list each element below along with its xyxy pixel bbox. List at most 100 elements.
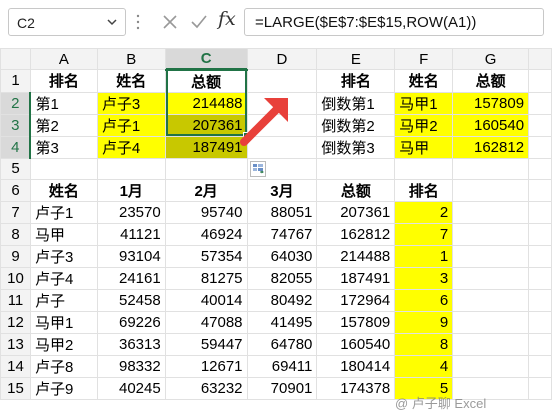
cell-h9[interactable] <box>528 244 552 268</box>
cell-e6[interactable]: 总额 <box>316 178 396 202</box>
column-header-b[interactable]: B <box>96 48 166 70</box>
cell-f9[interactable]: 1 <box>394 244 454 268</box>
row-header-12[interactable]: 12 <box>0 310 31 334</box>
cell-h1[interactable] <box>528 69 552 93</box>
row-header-15[interactable]: 15 <box>0 376 31 400</box>
cell-b15[interactable]: 40245 <box>96 376 166 400</box>
cell-h2[interactable] <box>528 91 552 115</box>
cancel-icon[interactable] <box>160 12 180 32</box>
cell-h13[interactable] <box>528 332 552 356</box>
row-header-4[interactable]: 4 <box>0 135 32 159</box>
cell-a9[interactable]: 卢子3 <box>29 244 98 268</box>
cell-h8[interactable] <box>528 222 552 246</box>
cell-g13[interactable] <box>452 332 530 356</box>
cell-b5[interactable] <box>96 157 166 180</box>
cell-a4[interactable]: 第3 <box>29 135 98 159</box>
cell-e9[interactable]: 214488 <box>316 244 396 268</box>
cell-f13[interactable]: 8 <box>394 332 454 356</box>
cell-h11[interactable] <box>528 288 552 312</box>
cell-h7[interactable] <box>528 200 552 224</box>
cell-g3[interactable]: 160540 <box>452 113 530 137</box>
cell-b11[interactable]: 52458 <box>96 288 166 312</box>
cell-f11[interactable]: 6 <box>394 288 454 312</box>
cell-c8[interactable]: 46924 <box>164 222 248 246</box>
cell-g5[interactable] <box>452 157 530 180</box>
cell-d14[interactable]: 69411 <box>246 354 318 378</box>
cell-d9[interactable]: 64030 <box>246 244 318 268</box>
column-header-a[interactable]: A <box>29 48 98 70</box>
row-header-9[interactable]: 9 <box>0 244 31 268</box>
name-box[interactable]: C2 <box>8 8 126 36</box>
cell-e10[interactable]: 187491 <box>316 266 396 290</box>
cell-g12[interactable] <box>452 310 530 334</box>
cell-f6[interactable]: 排名 <box>394 178 454 202</box>
cell-f2[interactable]: 马甲1 <box>394 91 454 115</box>
cell-f8[interactable]: 7 <box>394 222 454 246</box>
cell-e13[interactable]: 160540 <box>316 332 396 356</box>
cell-b4[interactable]: 卢子4 <box>96 135 166 159</box>
cell-e15[interactable]: 174378 <box>316 376 396 400</box>
quick-analysis-icon[interactable] <box>250 161 266 177</box>
cell-b8[interactable]: 41121 <box>96 222 166 246</box>
cell-e2[interactable]: 倒数第1 <box>316 91 396 115</box>
fill-handle[interactable] <box>243 132 251 140</box>
cell-c9[interactable]: 57354 <box>164 244 248 268</box>
cell-e11[interactable]: 172964 <box>316 288 396 312</box>
cell-c4[interactable]: 187491 <box>164 135 248 159</box>
cell-b9[interactable]: 93104 <box>96 244 166 268</box>
cell-b6[interactable]: 1月 <box>96 178 166 202</box>
cell-a6[interactable]: 姓名 <box>29 178 98 202</box>
chevron-down-icon[interactable] <box>105 15 119 29</box>
row-header-7[interactable]: 7 <box>0 200 31 224</box>
cell-c10[interactable]: 81275 <box>164 266 248 290</box>
row-header-8[interactable]: 8 <box>0 222 31 246</box>
cell-c12[interactable]: 47088 <box>164 310 248 334</box>
enter-icon[interactable] <box>189 12 209 32</box>
cell-b10[interactable]: 24161 <box>96 266 166 290</box>
cell-d1[interactable] <box>246 69 318 93</box>
cell-a2[interactable]: 第1 <box>29 91 98 115</box>
cell-g11[interactable] <box>452 288 530 312</box>
cell-d2[interactable] <box>246 91 318 115</box>
cell-h6[interactable] <box>528 178 552 202</box>
cell-b7[interactable]: 23570 <box>96 200 166 224</box>
cell-d12[interactable]: 41495 <box>246 310 318 334</box>
cell-c5[interactable] <box>164 157 248 180</box>
row-header-5[interactable]: 5 <box>0 157 31 180</box>
cell-f5[interactable] <box>394 157 454 180</box>
cell-d8[interactable]: 74767 <box>246 222 318 246</box>
cell-h4[interactable] <box>528 135 552 159</box>
cell-b3[interactable]: 卢子1 <box>96 113 166 137</box>
formula-input[interactable]: =LARGE($E$7:$E$15,ROW(A1)) <box>244 8 544 36</box>
row-header-10[interactable]: 10 <box>0 266 31 290</box>
row-header-13[interactable]: 13 <box>0 332 31 356</box>
cell-g9[interactable] <box>452 244 530 268</box>
cell-b14[interactable]: 98332 <box>96 354 166 378</box>
cell-d15[interactable]: 70901 <box>246 376 318 400</box>
cell-h14[interactable] <box>528 354 552 378</box>
cell-g10[interactable] <box>452 266 530 290</box>
column-header-c[interactable]: C <box>164 48 248 71</box>
row-header-3[interactable]: 3 <box>0 113 32 137</box>
cell-e5[interactable] <box>316 157 396 180</box>
cell-a14[interactable]: 卢子8 <box>29 354 98 378</box>
cell-c2[interactable]: 214488 <box>164 91 248 115</box>
cell-f4[interactable]: 马甲 <box>394 135 454 159</box>
cell-h15[interactable] <box>528 376 552 400</box>
cell-e12[interactable]: 157809 <box>316 310 396 334</box>
cell-f10[interactable]: 3 <box>394 266 454 290</box>
cell-d10[interactable]: 82055 <box>246 266 318 290</box>
cell-a7[interactable]: 卢子1 <box>29 200 98 224</box>
cell-g7[interactable] <box>452 200 530 224</box>
cell-e3[interactable]: 倒数第2 <box>316 113 396 137</box>
cell-h5[interactable] <box>528 157 552 180</box>
cell-d13[interactable]: 64780 <box>246 332 318 356</box>
cell-d11[interactable]: 80492 <box>246 288 318 312</box>
cell-d3[interactable] <box>246 113 318 137</box>
cell-f3[interactable]: 马甲2 <box>394 113 454 137</box>
cell-e4[interactable]: 倒数第3 <box>316 135 396 159</box>
cell-e8[interactable]: 162812 <box>316 222 396 246</box>
cell-a12[interactable]: 马甲1 <box>29 310 98 334</box>
cell-g2[interactable]: 157809 <box>452 91 530 115</box>
cell-a15[interactable]: 卢子9 <box>29 376 98 400</box>
